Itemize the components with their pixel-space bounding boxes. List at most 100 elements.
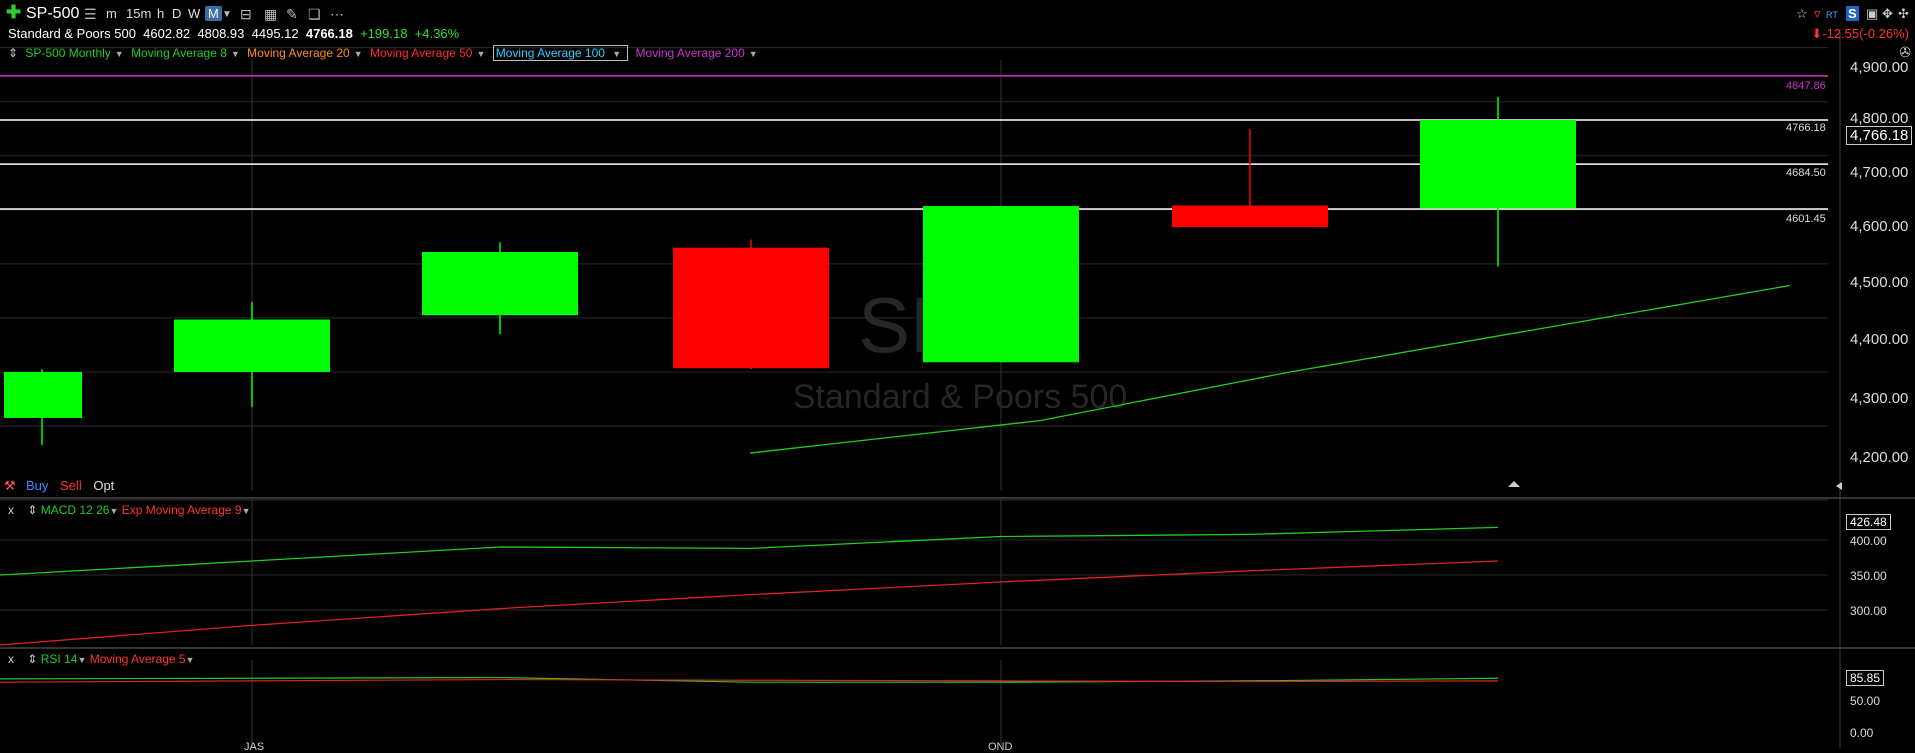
rsi-legend: x ⇕ RSI 14▼ Moving Average 5▼ (8, 652, 194, 666)
timeframe-minute[interactable]: m (106, 6, 117, 21)
chevron-down-icon[interactable]: ▼ (109, 506, 118, 516)
chevron-down-icon[interactable]: ▼ (476, 49, 485, 59)
tick-chart-icon[interactable]: ⊟ (240, 6, 252, 23)
chart-canvas[interactable]: SPStandard & Poors 500 (0, 0, 1915, 748)
chevron-down-icon[interactable]: ▼ (749, 49, 758, 59)
macd-tick: 350.00 (1850, 569, 1887, 583)
filter-icon[interactable]: ▿ (1814, 6, 1821, 22)
chevron-down-icon[interactable]: ▼ (231, 49, 240, 59)
level-flag: 4684.50 (1786, 167, 1826, 179)
symbol-name[interactable]: SP-500 (26, 5, 79, 23)
timeframe-day[interactable]: D (172, 6, 181, 21)
quote-high: 4808.93 (197, 26, 245, 41)
realtime-badge: RT (1826, 10, 1838, 20)
legend-ma100[interactable]: Moving Average 100 ▼ (492, 45, 629, 61)
timeframe-month[interactable]: M (205, 6, 222, 21)
level-flag-ma200: 4847.86 (1786, 80, 1826, 92)
quote-change-pct: +4.36% (414, 26, 460, 41)
rsi-tick: 50.00 (1850, 694, 1881, 708)
rsi-last-label: 85.85 (1846, 670, 1885, 686)
chevron-down-icon[interactable]: ▼ (222, 9, 232, 20)
candle-body (1420, 120, 1576, 209)
layers-icon[interactable]: ❏ (308, 6, 321, 23)
macd-tick: 400.00 (1850, 534, 1887, 548)
macd-signal-line (0, 560, 1499, 646)
price-tick: 4,500.00 (1850, 274, 1909, 291)
star-icon[interactable]: ☆ (1796, 6, 1808, 22)
close-pane-icon[interactable]: x (8, 503, 14, 517)
legend-main[interactable]: SP-500 Monthly (25, 46, 110, 60)
options-button[interactable]: Opt (93, 478, 114, 493)
macd-signal-title[interactable]: Exp Moving Average 9 (122, 503, 242, 517)
x-label: JAS (244, 741, 265, 753)
candle-body (673, 247, 829, 369)
macd-line (0, 526, 1499, 576)
legend-ma20[interactable]: Moving Average 20 (247, 46, 350, 60)
price-tick: 4,700.00 (1850, 164, 1909, 181)
buy-button[interactable]: Buy (26, 478, 48, 493)
trade-icon[interactable]: ⚒ (4, 478, 16, 494)
timeframe-15m[interactable]: 15m (126, 6, 151, 21)
chevron-down-icon[interactable]: ▼ (77, 655, 86, 665)
quote-low: 4495.12 (251, 26, 299, 41)
share-icon[interactable]: ⋯ (330, 6, 344, 23)
chevron-down-icon: ▼ (612, 49, 622, 59)
updown-icon[interactable]: ⇕ (27, 503, 37, 517)
price-tick: 4,900.00 (1850, 59, 1909, 76)
level-flag: 4601.45 (1786, 213, 1826, 225)
macd-last-label: 426.48 (1846, 514, 1891, 530)
axis-pointer (1836, 482, 1842, 490)
rsi-title[interactable]: RSI 14 (41, 652, 78, 666)
s-badge[interactable]: S (1846, 6, 1859, 21)
quote-name: Standard & Poors 500 (8, 26, 136, 41)
rsi-tick: 0.00 (1850, 726, 1874, 740)
timeframe-week[interactable]: W (188, 6, 200, 21)
crosshair-icon[interactable]: ✥ (1882, 6, 1893, 22)
calendar-icon[interactable]: ▦ (264, 6, 277, 23)
watermark-name: Standard & Poors 500 (793, 378, 1128, 416)
list-icon[interactable]: ☰ (84, 6, 97, 23)
window-icon[interactable]: ▣ (1866, 6, 1878, 22)
macd-tick: 300.00 (1850, 604, 1887, 618)
price-tick: 4,200.00 (1850, 449, 1909, 466)
trade-bar: ⚒ Buy Sell Opt (4, 478, 114, 493)
price-tick: 4,400.00 (1850, 331, 1909, 348)
day-change: ⬇-12.55(-0.26%) (1811, 26, 1909, 41)
price-tick: 4,800.00 (1850, 110, 1909, 127)
candle-body (923, 206, 1079, 363)
add-symbol-icon[interactable]: ✚ (6, 2, 21, 23)
candle-body (4, 371, 82, 418)
quote-open: 4602.82 (143, 26, 191, 41)
candle-body (174, 319, 330, 372)
price-tick: 4,300.00 (1850, 390, 1909, 407)
quote-last: 4766.18 (305, 26, 353, 41)
x-label: OND (988, 741, 1013, 753)
legend-ma200[interactable]: Moving Average 200 (636, 46, 745, 60)
settings-icon[interactable]: ✣ (1898, 6, 1909, 22)
scroll-marker (1508, 481, 1520, 487)
chevron-down-icon[interactable]: ▼ (186, 655, 195, 665)
close-pane-icon[interactable]: x (8, 652, 14, 666)
draw-tool-icon[interactable]: ✎ (286, 6, 298, 23)
chevron-down-icon[interactable]: ▼ (242, 506, 251, 516)
quote-line: Standard & Poors 500 4602.82 4808.93 449… (8, 26, 459, 41)
rsi-avg-title[interactable]: Moving Average 5 (90, 652, 186, 666)
chevron-down-icon[interactable]: ▼ (354, 49, 363, 59)
updown-icon[interactable]: ⇕ (8, 46, 18, 60)
macd-title[interactable]: MACD 12 26 (41, 503, 110, 517)
updown-icon[interactable]: ⇕ (27, 652, 37, 666)
level-flag: 4766.18 (1786, 122, 1826, 134)
chevron-down-icon[interactable]: ▼ (115, 49, 124, 59)
down-arrow-icon: ⬇ (1811, 26, 1823, 41)
candle-body (422, 251, 578, 316)
macd-legend: x ⇕ MACD 12 26▼ Exp Moving Average 9▼ (8, 503, 251, 517)
legend-ma50[interactable]: Moving Average 50 (370, 46, 473, 60)
sell-button[interactable]: Sell (60, 478, 82, 493)
indicator-legend: ⇕ SP-500 Monthly ▼ Moving Average 8 ▼ Movi… (8, 45, 762, 61)
candle-body (1172, 205, 1328, 228)
quote-change: +199.18 (360, 26, 408, 41)
legend-ma8[interactable]: Moving Average 8 (131, 46, 227, 60)
top-toolbar: ✚ SP-500 ☰ m 15m h D W M ▼ ⊟ ▦ ✎ ❏ ⋯ Sta… (0, 0, 1915, 41)
price-tick: 4,600.00 (1850, 218, 1909, 235)
timeframe-hour[interactable]: h (157, 6, 164, 21)
